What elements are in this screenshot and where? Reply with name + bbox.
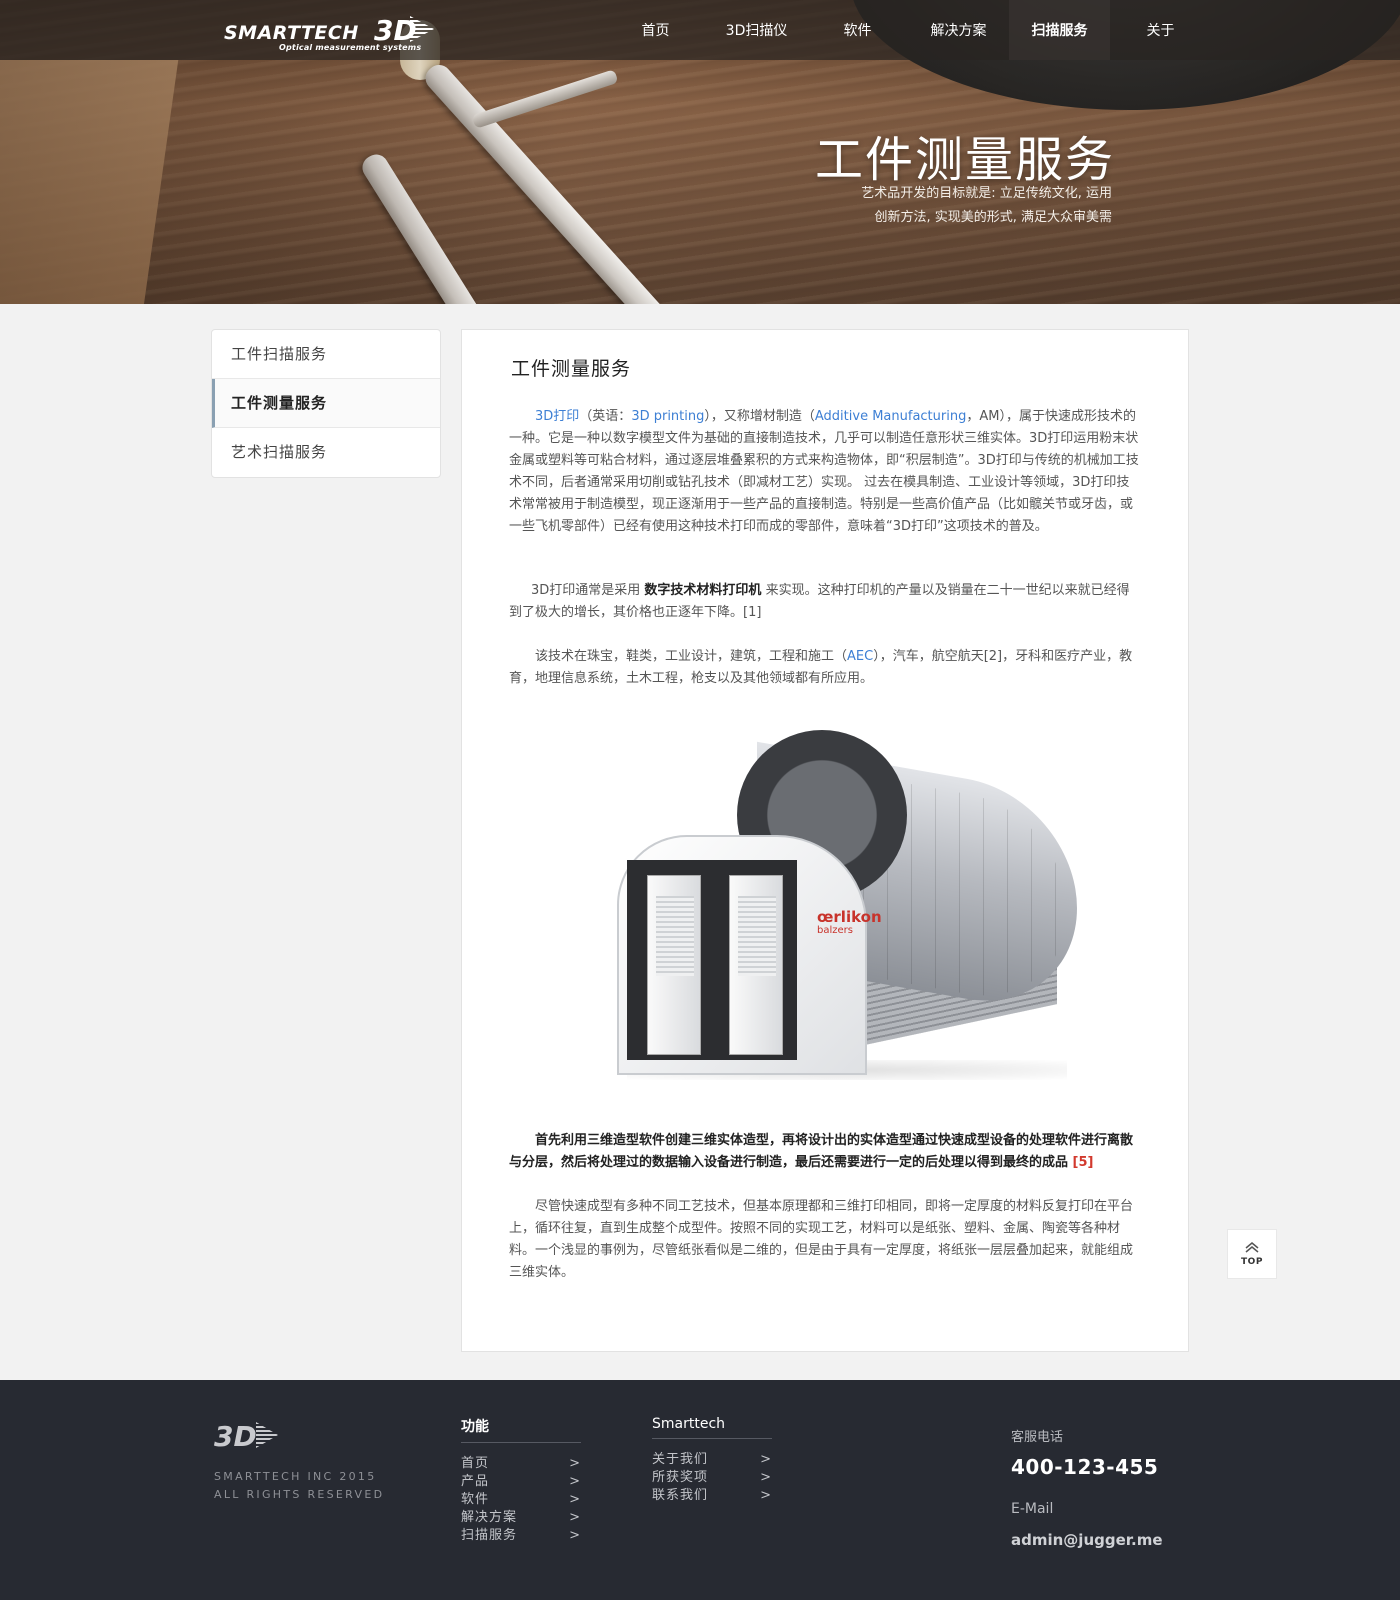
- article-paragraph-5: 尽管快速成型有多种不同工艺技术，但基本原理都和三维打印相同，即将一定厚度的材料反…: [509, 1199, 1134, 1280]
- sidebar-item-workpiece-measure[interactable]: 工件测量服务: [212, 379, 440, 428]
- link-aec[interactable]: AEC: [847, 649, 873, 664]
- top-navbar: SMARTTECH 3D Optical measurement systems…: [0, 0, 1400, 60]
- hero-subtitle: 艺术品开发的目标就是: 立足传统文化, 运用 创新方法, 实现美的形式, 满足大…: [861, 186, 1112, 225]
- footer-link-contact[interactable]: 联系我们 >: [652, 1487, 772, 1505]
- logo-stripes-icon: [256, 1422, 278, 1448]
- phone-number[interactable]: 400-123-455: [1011, 1455, 1163, 1479]
- main-nav: 首页 3D扫描仪 软件 解决方案 扫描服务 关于: [605, 0, 1211, 60]
- back-to-top-button[interactable]: TOP: [1227, 1229, 1277, 1279]
- nav-item-about[interactable]: 关于: [1110, 0, 1211, 60]
- machine-brand-label: œrlikon balzers: [817, 908, 882, 937]
- link-additive-manufacturing[interactable]: Additive Manufacturing: [815, 409, 966, 424]
- service-sidebar: 工件扫描服务 工件测量服务 艺术扫描服务: [211, 329, 441, 478]
- email-label: E-Mail: [1011, 1501, 1054, 1517]
- site-footer: 3D SMARTTECH INC 2015 ALL RIGHTS RESERVE…: [0, 1380, 1400, 1600]
- machine-image: œrlikon balzers: [617, 730, 1077, 1080]
- nav-item-solutions[interactable]: 解决方案: [908, 0, 1009, 60]
- article-paragraph-1: 3D打印（英语：3D printing），又称增材制造（Additive Man…: [509, 409, 1139, 534]
- reference-link[interactable]: [5]: [1073, 1155, 1094, 1170]
- footer-link-solutions[interactable]: 解决方案 >: [461, 1509, 581, 1527]
- footer-copyright: SMARTTECH INC 2015 ALL RIGHTS RESERVED: [214, 1470, 385, 1501]
- logo-stripes-icon: [410, 16, 434, 42]
- footer-link-software[interactable]: 软件 >: [461, 1491, 581, 1509]
- double-chevron-up-icon: [1245, 1242, 1259, 1253]
- footer-contact: 客服电话 400-123-455 E-Mail admin@jugger.me: [1011, 1426, 1163, 1549]
- article-paragraph-2: 3D打印通常是采用 数字技术材料打印机 来实现。这种打印机的产量以及销量在二十一…: [509, 583, 1130, 620]
- footer-link-products[interactable]: 产品 >: [461, 1473, 581, 1491]
- footer-col-smarttech: Smarttech 关于我们 > 所获奖项 > 联系我们 >: [652, 1416, 772, 1505]
- hero-title: 工件测量服务: [814, 132, 1115, 188]
- article-heading: 工件测量服务: [511, 358, 632, 380]
- phone-label: 客服电话: [1011, 1430, 1064, 1445]
- sidebar-item-art-scan[interactable]: 艺术扫描服务: [212, 428, 440, 477]
- article-panel: 工件测量服务 3D打印（英语：3D printing），又称增材制造（Addit…: [461, 329, 1189, 1352]
- site-logo[interactable]: SMARTTECH 3D Optical measurement systems: [224, 10, 434, 54]
- link-3d-printing-en[interactable]: 3D printing: [631, 409, 704, 424]
- footer-link-about-us[interactable]: 关于我们 >: [652, 1451, 772, 1469]
- footer-link-scan-service[interactable]: 扫描服务 >: [461, 1527, 581, 1545]
- nav-item-home[interactable]: 首页: [605, 0, 706, 60]
- footer-col-functions: 功能 首页 > 产品 > 软件 > 解决方案 > 扫描服务 >: [461, 1416, 581, 1545]
- sidebar-item-workpiece-scan[interactable]: 工件扫描服务: [212, 330, 440, 379]
- nav-item-scan-service[interactable]: 扫描服务: [1009, 0, 1110, 60]
- link-3d-printing[interactable]: 3D打印: [535, 409, 579, 424]
- nav-item-3d-scanner[interactable]: 3D扫描仪: [706, 0, 807, 60]
- email-address[interactable]: admin@jugger.me: [1011, 1531, 1163, 1549]
- nav-item-software[interactable]: 软件: [807, 0, 908, 60]
- footer-logo: 3D: [214, 1420, 278, 1453]
- footer-link-home[interactable]: 首页 >: [461, 1455, 581, 1473]
- article-paragraph-4: 首先利用三维造型软件创建三维实体造型，再将设计出的实体造型通过快速成型设备的处理…: [509, 1133, 1134, 1170]
- footer-link-awards[interactable]: 所获奖项 >: [652, 1469, 772, 1487]
- article-paragraph-3: 该技术在珠宝，鞋类，工业设计，建筑，工程和施工（AEC），汽车，航空航天[2]，…: [509, 649, 1133, 686]
